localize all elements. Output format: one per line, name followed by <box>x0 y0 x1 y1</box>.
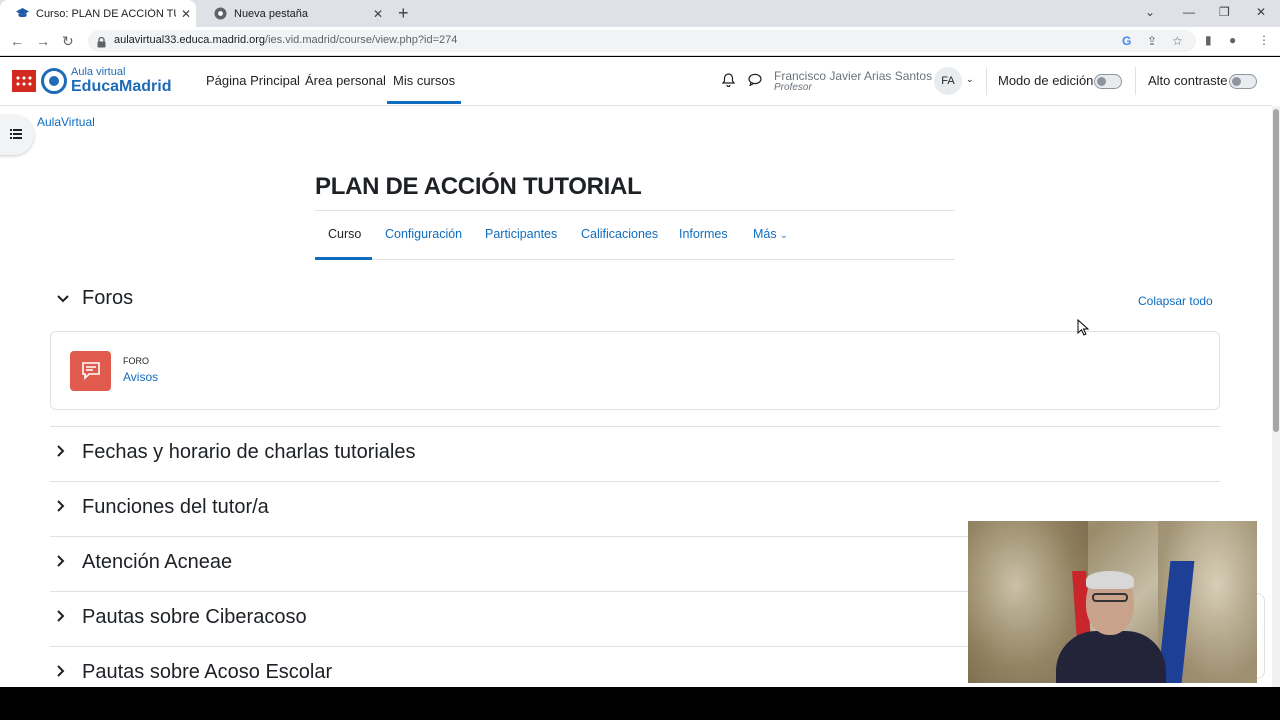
course-index-drawer-button[interactable] <box>0 115 34 155</box>
section-header[interactable]: Fechas y horario de charlas tutoriales <box>57 441 416 464</box>
top-navbar: Aula virtual EducaMadrid Página Principa… <box>0 57 1272 106</box>
close-tab-icon[interactable]: ✕ <box>176 7 196 21</box>
chevron-right-icon[interactable] <box>57 500 71 515</box>
share-icon[interactable]: ⇪ <box>1147 34 1157 48</box>
tab-curso[interactable]: Curso <box>328 227 361 241</box>
section-title[interactable]: Atención Acneae <box>82 551 232 574</box>
chevron-right-icon[interactable] <box>57 445 71 460</box>
user-avatar[interactable]: FA <box>934 67 962 95</box>
graduation-cap-icon <box>16 7 29 20</box>
menu-kebab-icon[interactable]: ⋮ <box>1258 33 1270 47</box>
activity-link[interactable]: Avisos <box>123 370 158 384</box>
educamadrid-emblem-icon <box>41 68 67 94</box>
user-menu-chevron-icon[interactable]: ⌄ <box>966 74 974 85</box>
messages-icon[interactable] <box>748 73 762 89</box>
educamadrid-logo[interactable]: Aula virtual EducaMadrid <box>12 67 171 95</box>
chevron-down-icon: ⌄ <box>780 230 788 240</box>
activity-type: FORO <box>123 356 149 366</box>
notifications-bell-icon[interactable] <box>721 73 736 90</box>
forward-icon[interactable]: → <box>36 33 50 49</box>
high-contrast-toggle[interactable] <box>1229 74 1257 89</box>
restore-icon[interactable]: ❐ <box>1219 5 1230 19</box>
mouse-cursor-icon <box>1077 318 1090 341</box>
google-icon[interactable]: G <box>1122 34 1131 48</box>
tab-informes[interactable]: Informes <box>679 227 728 241</box>
logo-subtitle: Aula virtual <box>71 66 126 78</box>
bottom-black-bar <box>0 687 1280 720</box>
url-path: /ies.vid.madrid/course/view.php?id=274 <box>265 34 458 46</box>
tab-mas[interactable]: Más ⌄ <box>753 227 788 241</box>
page-title: PLAN DE ACCIÓN TUTORIAL <box>315 173 642 200</box>
bookmark-star-icon[interactable]: ☆ <box>1172 34 1183 48</box>
tab-new[interactable]: Nueva pestaña ✕ <box>198 0 388 27</box>
edit-mode-toggle[interactable] <box>1094 74 1122 89</box>
section-header[interactable]: Funciones del tutor/a <box>57 496 269 519</box>
nav-area-personal[interactable]: Área personal <box>305 73 386 88</box>
url-text: aulavirtual33.educa.madrid.org/ies.vid.m… <box>114 34 457 46</box>
list-icon <box>10 126 22 144</box>
chevron-down-icon[interactable] <box>57 291 71 306</box>
back-icon[interactable]: ← <box>10 33 24 49</box>
section-header[interactable]: Pautas sobre Ciberacoso <box>57 606 307 629</box>
close-tab-icon[interactable]: ✕ <box>368 7 388 21</box>
profile-icon[interactable]: ● <box>1229 33 1236 47</box>
scroll-to-top-button[interactable] <box>1257 593 1265 679</box>
side-panel-icon[interactable]: ▮ <box>1205 33 1212 47</box>
chevron-right-icon[interactable] <box>57 665 71 680</box>
divider <box>50 426 1220 427</box>
tab-title: Nueva pestaña <box>234 7 308 20</box>
close-window-icon[interactable]: ✕ <box>1256 5 1266 19</box>
webcam-overlay <box>968 521 1257 683</box>
address-bar[interactable]: aulavirtual33.educa.madrid.org/ies.vid.m… <box>88 30 1196 52</box>
divider <box>986 67 987 95</box>
edit-mode-label: Modo de edición <box>998 73 1094 88</box>
chevron-right-icon[interactable] <box>57 555 71 570</box>
section-title[interactable]: Foros <box>82 287 133 310</box>
logo-title: EducaMadrid <box>71 78 172 95</box>
minimize-icon[interactable]: — <box>1183 5 1195 19</box>
high-contrast-label: Alto contraste <box>1148 73 1228 88</box>
presenter-body <box>1056 631 1166 683</box>
collapse-all-link[interactable]: Colapsar todo <box>1138 294 1213 308</box>
tab-participantes[interactable]: Participantes <box>485 227 557 241</box>
section-header[interactable]: Pautas sobre Acoso Escolar <box>57 661 332 684</box>
tab-course[interactable]: Curso: PLAN DE ACCIÓN TUTORI ✕ <box>0 0 196 27</box>
active-tab-indicator <box>315 257 372 260</box>
scrollbar-thumb[interactable] <box>1273 109 1279 432</box>
chrome-icon <box>214 7 227 20</box>
course-secondary-navigation: Curso Configuración Participantes Califi… <box>315 210 955 260</box>
section-title[interactable]: Pautas sobre Ciberacoso <box>82 606 307 629</box>
forum-icon[interactable] <box>70 351 111 391</box>
user-role: Profesor <box>774 82 812 93</box>
nav-pagina-principal[interactable]: Página Principal <box>206 73 300 88</box>
url-host: aulavirtual33.educa.madrid.org <box>114 34 266 46</box>
reload-icon[interactable]: ↻ <box>62 33 74 49</box>
presenter-hair <box>1086 571 1134 589</box>
presenter-glasses <box>1092 593 1128 602</box>
breadcrumb[interactable]: AulaVirtual <box>37 115 95 129</box>
browser-tab-bar: Curso: PLAN DE ACCIÓN TUTORI ✕ Nueva pes… <box>0 0 1280 27</box>
section-title[interactable]: Funciones del tutor/a <box>82 496 269 519</box>
madrid-flag-icon <box>12 70 36 92</box>
divider <box>1135 67 1136 95</box>
lock-icon <box>97 35 106 53</box>
user-full-name[interactable]: Francisco Javier Arias Santos <box>774 69 932 83</box>
tab-configuracion[interactable]: Configuración <box>385 227 462 241</box>
divider <box>50 481 1220 482</box>
section-title[interactable]: Pautas sobre Acoso Escolar <box>82 661 332 684</box>
tab-search-icon[interactable]: ⌄ <box>1145 5 1155 19</box>
new-tab-icon[interactable]: + <box>398 4 409 22</box>
chevron-right-icon[interactable] <box>57 610 71 625</box>
section-header[interactable]: Foros <box>57 287 133 310</box>
tab-mas-label: Más <box>753 227 777 241</box>
activity-forum: FORO Avisos <box>50 331 1220 410</box>
browser-toolbar: ← → ↻ aulavirtual33.educa.madrid.org/ies… <box>0 27 1280 56</box>
section-title[interactable]: Fechas y horario de charlas tutoriales <box>82 441 416 464</box>
tab-title: Curso: PLAN DE ACCIÓN TUTORI <box>36 7 176 20</box>
tab-calificaciones[interactable]: Calificaciones <box>581 227 658 241</box>
section-header[interactable]: Atención Acneae <box>57 551 232 574</box>
nav-mis-cursos[interactable]: Mis cursos <box>386 73 462 104</box>
